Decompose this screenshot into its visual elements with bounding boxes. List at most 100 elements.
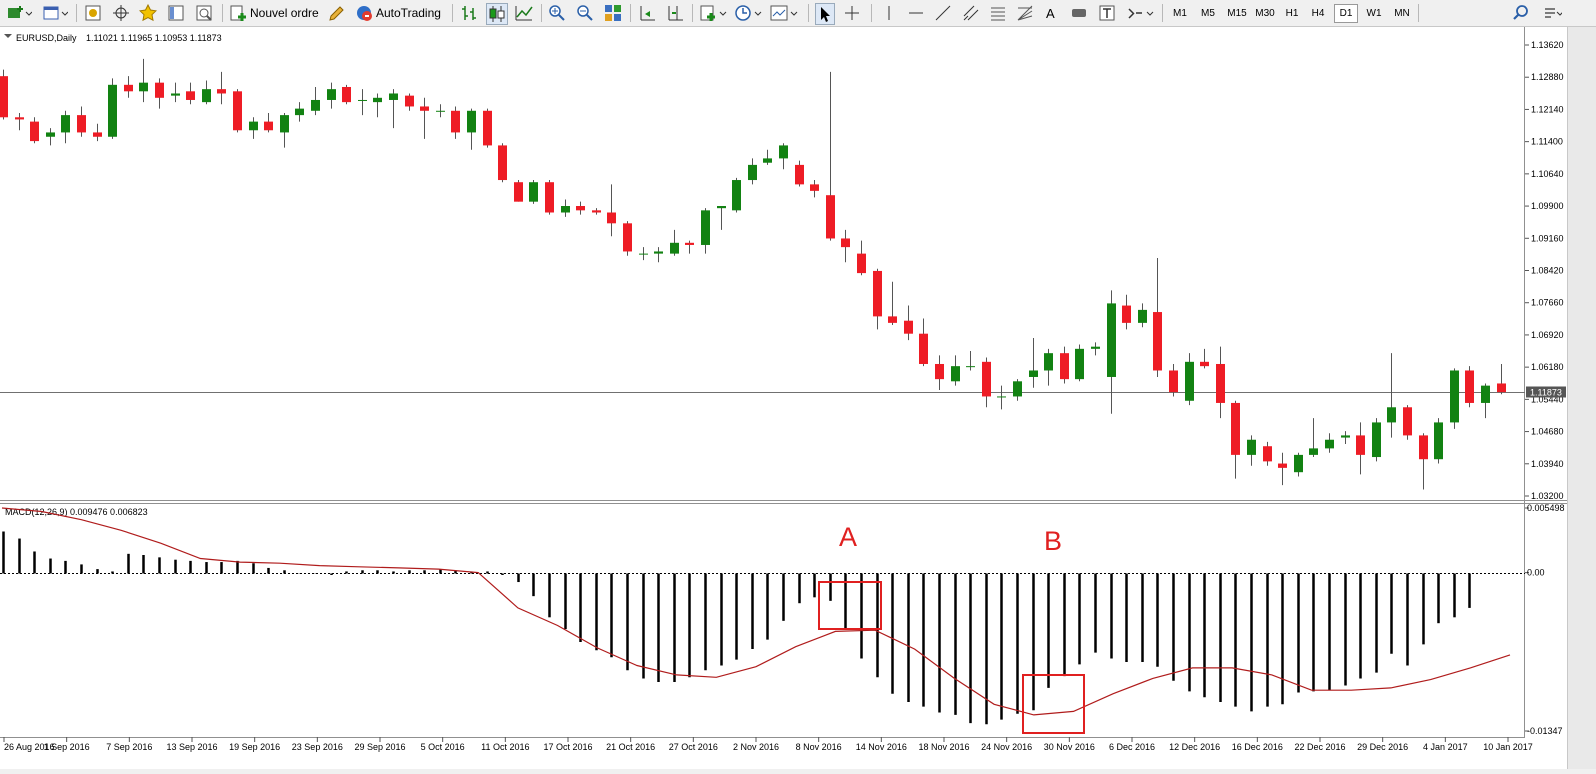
new-chart-button[interactable] [6,3,32,23]
auto-scroll-button[interactable] [637,3,657,23]
timeframe-m1[interactable]: M1 [1168,4,1192,23]
price-tick-label: 1.08420 [1531,266,1564,276]
chart-canvas[interactable]: EURUSD,Daily 1.11021 1.11965 1.10953 1.1… [0,27,1567,769]
candle-body [217,89,226,94]
crosshair-tool-button[interactable] [843,3,861,23]
candle-body [1356,435,1365,455]
candle-body [795,164,804,185]
cursor-icon [821,7,830,22]
new-order-button[interactable]: Nouvel ordre [229,3,319,23]
candle-body [904,320,913,334]
candle-body [1107,303,1116,377]
line-chart-icon [515,6,533,21]
candle-body [935,363,944,380]
date-tick-label: 1 Sep 2016 [44,742,90,752]
autotrading-button[interactable]: AutoTrading [355,3,441,23]
bar-chart-icon [462,6,476,20]
indicators-button[interactable] [699,3,727,23]
timeframe-w1[interactable]: W1 [1361,4,1387,23]
candlestick-button[interactable] [486,3,508,25]
bearish-candle [623,221,632,256]
candle-body [748,164,757,181]
candle-body [779,145,788,159]
timeframe-d1[interactable]: D1 [1334,4,1358,23]
macd-label: MACD(12,26,9) 0.009476 0.006823 [5,507,148,517]
terminal-button[interactable] [167,3,185,23]
bullish-candle [529,180,538,204]
horizontal-line-icon [909,12,923,14]
profiles-icon [43,6,68,20]
trendline-tool-button[interactable] [934,3,952,23]
date-tick-label: 29 Sep 2016 [354,742,405,752]
fibonacci-tool-button[interactable] [989,3,1007,23]
navigator-button[interactable] [139,3,157,23]
text-label-tool-button[interactable] [1070,3,1088,23]
separator [222,4,223,22]
candle-body [1309,448,1318,455]
meta-editor-button[interactable] [328,3,346,23]
zoom-in-icon [549,5,565,21]
timeframe-m5[interactable]: M5 [1195,4,1221,23]
timeframe-h1[interactable]: H1 [1280,4,1304,23]
search-button[interactable] [1512,3,1530,23]
equidistant-channel-tool-button[interactable] [962,3,980,23]
zoom-in-button[interactable] [548,3,566,23]
strategy-tester-button[interactable] [195,3,213,23]
candle-body [561,206,570,213]
separator [630,4,631,22]
horizontal-line-tool-button[interactable] [907,3,925,23]
text-tool-button[interactable]: A [1046,3,1055,23]
timeframe-mn[interactable]: MN [1389,4,1415,23]
zoom-out-button[interactable] [576,3,594,23]
candle-body [436,110,445,112]
separator [1162,4,1163,22]
date-tick-label: 29 Dec 2016 [1357,742,1408,752]
candle-body [888,316,897,323]
date-tick-label: 18 Nov 2016 [918,742,969,752]
chart-shift-button[interactable] [665,3,685,23]
fibonacci-fan-tool-button[interactable] [1016,3,1034,23]
bearish-candle [233,89,242,133]
text-box-tool-button[interactable] [1098,3,1116,23]
templates-button[interactable] [770,3,798,23]
candle-body [576,206,585,211]
line-chart-button[interactable] [514,3,534,23]
candle-body [467,110,476,133]
candle-body [295,108,304,116]
price-tick-label: 1.06920 [1531,330,1564,340]
candle-body [280,115,289,133]
date-tick-label: 27 Oct 2016 [669,742,718,752]
candle-body [1153,312,1162,371]
bar-chart-button[interactable] [459,3,479,23]
candle-body [1278,463,1287,468]
candle-body [139,82,148,92]
vertical-line-tool-button[interactable] [880,3,898,23]
candle-body [1216,363,1225,403]
date-tick-label: 4 Jan 2017 [1423,742,1468,752]
templates-icon [770,5,798,21]
date-tick-label: 6 Dec 2016 [1109,742,1155,752]
arrows-tool-button[interactable] [1126,3,1154,23]
community-button[interactable] [1542,3,1562,23]
candle-body [982,361,991,397]
candle-body [30,121,39,142]
timeframe-m30[interactable]: M30 [1251,4,1279,23]
timeframe-h4[interactable]: H4 [1306,4,1330,23]
candle-body [264,121,273,131]
bullish-candle [732,177,741,213]
chart-window[interactable]: EURUSD,Daily 1.11021 1.11965 1.10953 1.1… [0,27,1567,769]
search-icon [1513,5,1528,20]
tile-windows-button[interactable] [604,3,622,23]
market-watch-button[interactable] [84,3,102,23]
chart-shift-icon [668,6,683,21]
cursor-tool-button[interactable] [815,3,835,25]
periods-button[interactable] [734,3,762,23]
data-window-button[interactable] [112,3,130,23]
candle-body [46,132,55,137]
date-tick-label: 7 Sep 2016 [106,742,152,752]
profiles-button[interactable] [42,3,68,23]
timeframe-m15[interactable]: M15 [1223,4,1251,23]
date-tick-label: 10 Jan 2017 [1483,742,1533,752]
bearish-candle [514,180,523,202]
ohlc-label: 1.11021 1.11965 1.10953 1.11873 [86,33,222,43]
